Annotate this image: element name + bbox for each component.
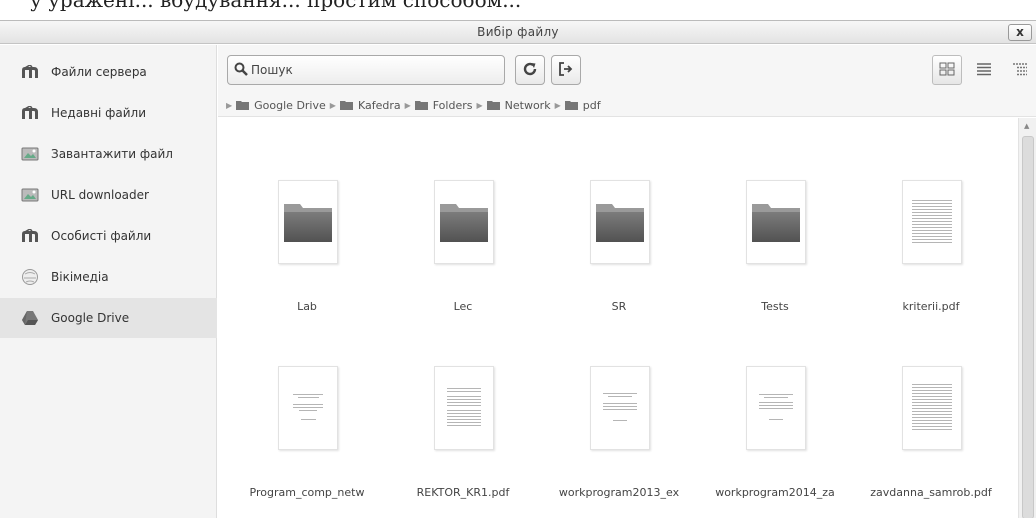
refresh-button[interactable] bbox=[515, 55, 545, 85]
breadcrumb-item[interactable]: Google Drive bbox=[236, 99, 326, 112]
folder-icon bbox=[746, 180, 806, 264]
file-tile-pdf[interactable]: REKTOR_KR1.pdf bbox=[408, 304, 518, 499]
logout-button[interactable] bbox=[551, 55, 581, 85]
pdf-thumbnail-icon bbox=[902, 366, 962, 450]
sidebar-item-personal-files[interactable]: Особисті файли bbox=[0, 216, 217, 256]
file-name: REKTOR_KR1.pdf bbox=[416, 486, 510, 499]
file-tile-folder[interactable]: Tests bbox=[720, 118, 830, 313]
download-icon bbox=[21, 186, 39, 204]
google-drive-icon bbox=[21, 309, 39, 327]
folder-icon bbox=[414, 100, 428, 110]
file-name: zavdanna_samrob.pdf bbox=[870, 486, 992, 499]
sidebar-item-label: Недавні файли bbox=[51, 106, 147, 120]
file-tile-folder[interactable]: Lab bbox=[252, 118, 362, 313]
sidebar-item-label: URL downloader bbox=[51, 188, 149, 202]
breadcrumb-label: Folders bbox=[432, 98, 473, 112]
wikimedia-icon bbox=[21, 268, 39, 286]
pdf-thumbnail-icon bbox=[278, 366, 338, 450]
file-tile-folder[interactable]: Lec bbox=[408, 118, 518, 313]
pdf-thumbnail-icon bbox=[746, 366, 806, 450]
dialog-title: Вибір файлу bbox=[477, 25, 559, 39]
moodle-icon bbox=[21, 63, 39, 81]
breadcrumb-arrow-icon: ▶ bbox=[226, 100, 233, 110]
tree-view-button[interactable] bbox=[1005, 55, 1035, 85]
breadcrumb-label: pdf bbox=[582, 98, 601, 112]
sidebar-item-recent-files[interactable]: Недавні файли bbox=[0, 93, 217, 133]
breadcrumb-label: Network bbox=[504, 98, 551, 112]
search-box[interactable] bbox=[227, 55, 505, 85]
sidebar-item-wikimedia[interactable]: Вікімедіа bbox=[0, 257, 217, 297]
grid-view-icon bbox=[939, 62, 955, 79]
sidebar-item-url-downloader[interactable]: URL downloader bbox=[0, 175, 217, 215]
scrollbar-thumb[interactable] bbox=[1022, 136, 1034, 518]
sidebar-item-label: Google Drive bbox=[51, 311, 130, 325]
search-icon bbox=[234, 62, 248, 79]
background-page-text: у уражені... вбудування... простим спосо… bbox=[0, 0, 1036, 14]
list-view-button[interactable] bbox=[969, 55, 999, 85]
folder-icon bbox=[339, 100, 353, 110]
folder-icon bbox=[564, 100, 578, 110]
folder-icon bbox=[236, 100, 250, 110]
refresh-icon bbox=[522, 61, 538, 80]
moodle-icon bbox=[21, 227, 39, 245]
breadcrumb-item[interactable]: pdf bbox=[564, 98, 601, 112]
breadcrumb-arrow-icon: ▶ bbox=[404, 100, 411, 110]
file-browser: ▶ Google Drive ▶ Kafedra ▶ Folders ▶ bbox=[218, 45, 1036, 518]
sidebar-item-google-drive[interactable]: Google Drive bbox=[0, 298, 217, 338]
repository-sidebar: Файли сервера Недавні файли Завантажити … bbox=[0, 45, 217, 518]
sidebar-item-server-files[interactable]: Файли сервера bbox=[0, 52, 217, 92]
breadcrumb-label: Google Drive bbox=[254, 98, 326, 112]
file-tile-pdf[interactable]: workprogram2013_ex bbox=[559, 304, 679, 499]
sidebar-item-upload-file[interactable]: Завантажити файл bbox=[0, 134, 217, 174]
breadcrumb-item[interactable]: Kafedra bbox=[339, 98, 401, 112]
folder-icon bbox=[434, 180, 494, 264]
pdf-thumbnail-icon bbox=[902, 180, 962, 264]
sidebar-item-label: Особисті файли bbox=[51, 229, 152, 243]
scroll-up-arrow-icon[interactable]: ▲ bbox=[1024, 122, 1029, 130]
icons-view-button[interactable] bbox=[932, 55, 962, 85]
file-tile-pdf[interactable]: workprogram2014_za bbox=[715, 304, 835, 499]
pdf-thumbnail-icon bbox=[590, 366, 650, 450]
file-name: workprogram2014_za bbox=[715, 486, 835, 499]
dialog-titlebar[interactable]: Вибір файлу x bbox=[0, 21, 1036, 44]
file-name: workprogram2013_ex bbox=[558, 486, 680, 499]
file-name: Program_comp_netw bbox=[249, 486, 365, 499]
search-input[interactable] bbox=[251, 63, 491, 77]
sidebar-item-label: Файли сервера bbox=[51, 65, 147, 79]
breadcrumb: ▶ Google Drive ▶ Kafedra ▶ Folders ▶ Net… bbox=[222, 97, 601, 113]
upload-icon bbox=[21, 145, 39, 163]
vertical-scrollbar[interactable]: ▲ bbox=[1018, 118, 1036, 518]
tree-view-icon bbox=[1012, 62, 1028, 79]
close-button[interactable]: x bbox=[1008, 24, 1032, 41]
background-text: у уражені... вбудування... простим спосо… bbox=[30, 0, 522, 12]
folder-icon bbox=[278, 180, 338, 264]
file-tile-pdf[interactable]: Program_comp_netw bbox=[250, 304, 364, 499]
breadcrumb-arrow-icon: ▶ bbox=[329, 100, 336, 110]
logout-icon bbox=[558, 61, 574, 80]
breadcrumb-arrow-icon: ▶ bbox=[554, 100, 561, 110]
sidebar-item-label: Завантажити файл bbox=[51, 147, 173, 161]
file-tile-folder[interactable]: SR bbox=[564, 118, 674, 313]
folder-icon bbox=[590, 180, 650, 264]
pdf-thumbnail-icon bbox=[434, 366, 494, 450]
breadcrumb-item[interactable]: Network bbox=[486, 98, 551, 112]
moodle-icon bbox=[21, 104, 39, 122]
sidebar-item-label: Вікімедіа bbox=[51, 270, 109, 284]
breadcrumb-arrow-icon: ▶ bbox=[476, 100, 483, 110]
breadcrumb-item[interactable]: Folders bbox=[414, 98, 473, 112]
file-toolbar: ▶ Google Drive ▶ Kafedra ▶ Folders ▶ bbox=[218, 45, 1036, 117]
folder-icon bbox=[486, 100, 500, 110]
list-view-icon bbox=[976, 62, 992, 79]
file-grid: Lab Lec SR Tests kriterii.pdf Program_co… bbox=[218, 118, 1018, 518]
file-tile-pdf[interactable]: kriterii.pdf bbox=[876, 118, 986, 313]
file-tile-pdf[interactable]: zavdanna_samrob.pdf bbox=[870, 304, 992, 499]
file-picker-dialog: Вибір файлу x Файли сервера Недавні файл… bbox=[0, 20, 1036, 518]
breadcrumb-label: Kafedra bbox=[357, 98, 401, 112]
